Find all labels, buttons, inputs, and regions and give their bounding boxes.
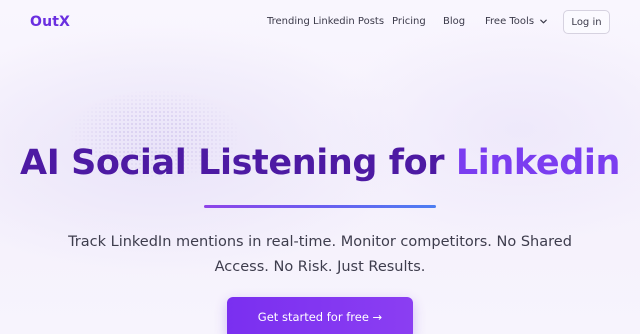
hero-title: AI Social Listening for Linkedin (0, 143, 640, 183)
nav-dropdown-free-tools-label: Free Tools (485, 16, 535, 27)
nav-link-blog[interactable]: Blog (443, 16, 465, 27)
top-navigation: OutX Trending Linkedin Posts Pricing Blo… (0, 0, 640, 44)
login-button[interactable]: Log in (563, 10, 610, 34)
nav-link-pricing[interactable]: Pricing (392, 16, 426, 27)
chevron-down-icon (539, 17, 548, 26)
nav-dropdown-free-tools[interactable]: Free Tools (485, 16, 548, 27)
title-underline-divider (204, 205, 436, 208)
hero-title-main: AI Social Listening for (20, 143, 456, 183)
hero-subtitle: Track LinkedIn mentions in real-time. Mo… (68, 234, 572, 275)
logo[interactable]: OutX (30, 14, 70, 30)
hero-title-accent: Linkedin (455, 143, 620, 183)
get-started-button[interactable]: Get started for free → (227, 297, 413, 334)
nav-link-trending-linkedin-posts[interactable]: Trending Linkedin Posts (267, 16, 384, 27)
